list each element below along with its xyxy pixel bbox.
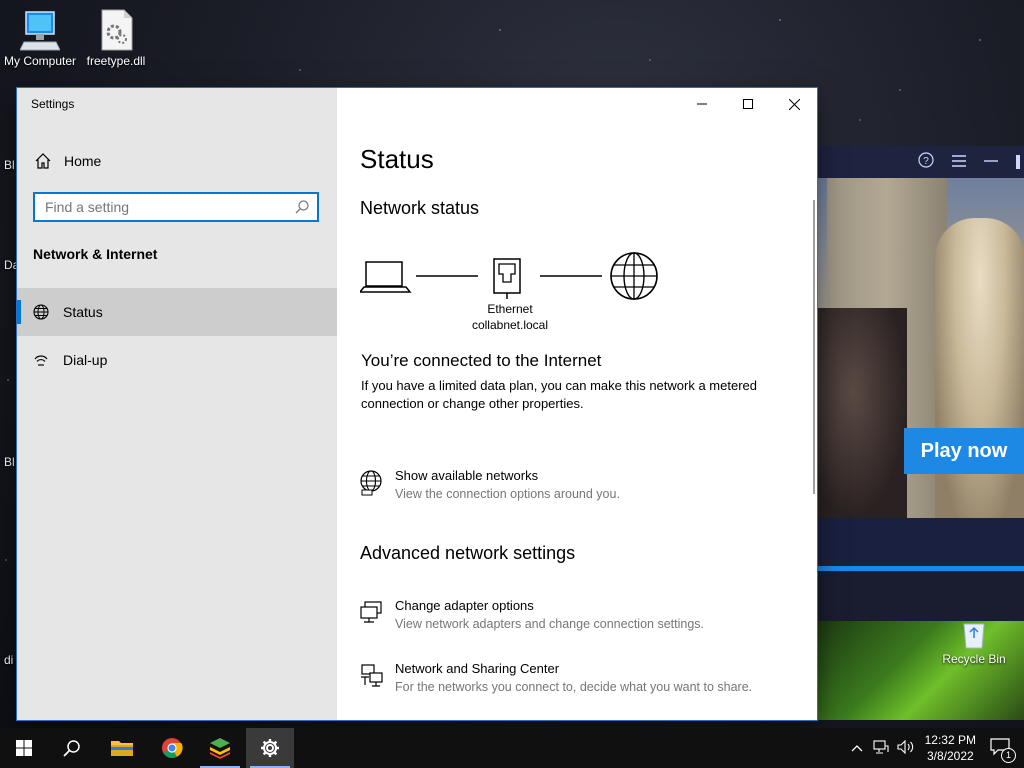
- help-icon[interactable]: ?: [918, 152, 934, 172]
- svg-text:?: ?: [923, 156, 929, 167]
- game-titlebar: ?: [817, 146, 1024, 178]
- notification-center-button[interactable]: 1: [990, 737, 1016, 763]
- dialup-icon: [33, 352, 49, 368]
- maximize-button[interactable]: [725, 88, 771, 120]
- window-title: Settings: [31, 97, 75, 111]
- taskbar-chrome[interactable]: [148, 728, 196, 768]
- clock-time: 12:32 PM: [924, 733, 976, 747]
- adapter-icon: [359, 600, 385, 626]
- desktop-icon-label: My Computer: [3, 54, 77, 68]
- option-subtitle: View the connection options around you.: [395, 487, 620, 501]
- sidebar-item-label: Dial-up: [63, 352, 108, 368]
- home-label: Home: [64, 153, 102, 169]
- system-tray: 12:32 PM 3/8/2022 1: [851, 728, 1024, 768]
- change-adapter-options-link[interactable]: Change adapter options View network adap…: [359, 598, 799, 642]
- minimize-icon: [697, 103, 707, 105]
- globe-network-icon: [359, 470, 385, 496]
- folder-icon: [111, 741, 133, 756]
- desktop-icon-label: freetype.dll: [86, 54, 146, 68]
- desktop-icon-recycle-bin[interactable]: Recycle Bin: [934, 620, 1014, 666]
- settings-window: Settings Home Network & Internet Status: [17, 88, 817, 720]
- scrollbar[interactable]: [813, 200, 815, 494]
- search-input[interactable]: [35, 198, 295, 216]
- connection-status-description: If you have a limited data plan, you can…: [361, 378, 757, 411]
- computer-icon: [19, 8, 61, 52]
- sharing-center-icon: [359, 663, 385, 689]
- desktop-icon-label: Recycle Bin: [942, 652, 1006, 666]
- search-icon[interactable]: [295, 200, 309, 214]
- chevron-up-icon[interactable]: [851, 741, 863, 755]
- home-icon: [34, 152, 52, 170]
- dll-file-icon: [96, 8, 136, 52]
- option-subtitle: For the networks you connect to, decide …: [395, 680, 753, 694]
- option-title: Network and Sharing Center: [395, 661, 560, 676]
- desktop-edge-label: Bl: [4, 158, 15, 172]
- maximize-icon: [743, 99, 753, 109]
- internet-globe-icon: [610, 252, 658, 300]
- taskbar: 12:32 PM 3/8/2022 1: [0, 728, 1024, 768]
- home-nav-item[interactable]: Home: [17, 144, 337, 178]
- option-subtitle: View network adapters and change connect…: [395, 617, 704, 631]
- close-icon: [788, 98, 800, 110]
- network-tray-icon[interactable]: [873, 739, 889, 757]
- menu-icon[interactable]: [952, 154, 966, 171]
- desktop-edge-label: di: [4, 653, 14, 667]
- bluestacks-icon: [210, 738, 230, 759]
- ethernet-icon: [493, 258, 521, 299]
- connection-status-title: You’re connected to the Internet: [361, 351, 602, 370]
- taskbar-file-explorer[interactable]: [98, 728, 146, 768]
- minimize-button[interactable]: [679, 88, 725, 120]
- option-title: Change adapter options: [395, 598, 534, 613]
- minimize-icon[interactable]: [984, 154, 998, 171]
- window-controls: [679, 88, 817, 120]
- show-available-networks-link[interactable]: Show available networks View the connect…: [359, 468, 799, 512]
- desktop-edge-label: Bl: [4, 455, 15, 469]
- settings-sidebar: Settings Home Network & Internet Status: [17, 88, 337, 720]
- sidebar-item-label: Status: [63, 304, 103, 320]
- game-launcher-window: ? Play now: [817, 146, 1024, 621]
- gear-icon: [261, 739, 279, 757]
- volume-icon[interactable]: [897, 739, 915, 757]
- network-name: collabnet.local: [471, 318, 549, 332]
- globe-icon: [33, 304, 49, 320]
- network-sharing-center-link[interactable]: Network and Sharing Center For the netwo…: [359, 661, 799, 705]
- option-title: Show available networks: [395, 468, 539, 483]
- window-edge: [1016, 155, 1020, 169]
- search-button[interactable]: [48, 728, 96, 768]
- desktop-icon-freetype[interactable]: freetype.dll: [76, 8, 156, 68]
- taskbar-settings[interactable]: [246, 728, 294, 768]
- page-title: Status: [360, 144, 434, 174]
- play-now-button[interactable]: Play now: [904, 428, 1024, 474]
- adapter-name: Ethernet: [487, 302, 533, 316]
- notification-badge: 1: [1001, 747, 1016, 763]
- laptop-icon: [360, 261, 412, 293]
- windows-logo-icon: [16, 740, 32, 756]
- network-status-heading: Network status: [360, 198, 480, 218]
- chrome-icon: [162, 738, 183, 759]
- adapter-label: Ethernet collabnet.local: [465, 301, 555, 333]
- clock-date: 3/8/2022: [926, 749, 974, 763]
- search-box[interactable]: [33, 192, 319, 222]
- settings-main: Status Network status Ethernet collabnet: [337, 88, 817, 720]
- desktop-icon-my-computer[interactable]: My Computer: [0, 8, 80, 68]
- advanced-settings-heading: Advanced network settings: [360, 543, 576, 563]
- start-button[interactable]: [0, 728, 48, 768]
- sidebar-item-dialup[interactable]: Dial-up: [17, 336, 337, 384]
- close-button[interactable]: [771, 88, 817, 120]
- search-icon: [63, 740, 80, 757]
- recycle-bin-icon: [954, 620, 994, 650]
- sidebar-item-status[interactable]: Status: [17, 288, 337, 336]
- clock[interactable]: 12:32 PM 3/8/2022: [925, 732, 976, 764]
- taskbar-bluestacks[interactable]: [196, 728, 244, 768]
- section-title: Network & Internet: [33, 246, 158, 262]
